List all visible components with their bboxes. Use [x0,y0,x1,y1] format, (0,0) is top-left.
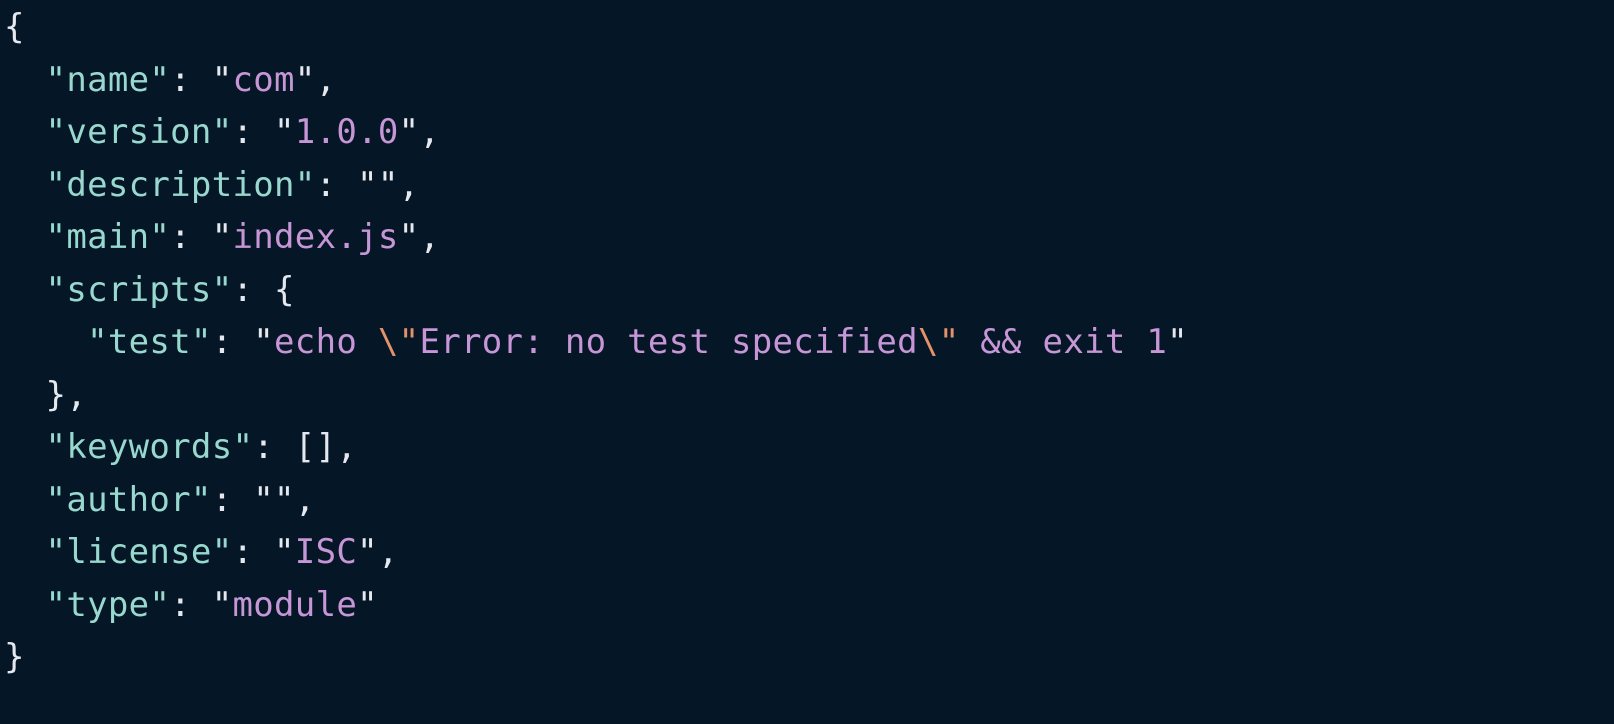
code-line: "version": "1.0.0", [4,106,1614,159]
json-string-value: echo [274,322,378,362]
json-string-value: Error: no test specified [419,322,918,362]
code-line: "scripts": { [4,264,1614,317]
json-key: "author" [45,479,212,520]
json-string-value: com [232,59,295,100]
json-key: "license" [45,532,233,572]
escape-sequence: \" [917,322,960,362]
json-key: "name" [45,59,171,100]
code-line: "name": "com", [4,54,1614,107]
code-punctuation: : { [232,269,295,310]
code-line: "author": "", [4,474,1614,527]
code-punctuation [4,217,46,257]
code-punctuation: ", [294,59,337,100]
code-punctuation: : "", [315,164,420,205]
code-line: "keywords": [], [4,421,1614,474]
code-punctuation: ", [398,217,441,257]
code-line: }, [4,369,1614,422]
code-punctuation [4,60,46,100]
code-punctuation [4,270,46,310]
code-punctuation: : " [170,584,233,625]
json-string-value: ISC [294,532,358,572]
code-line: "type": "module" [4,579,1614,632]
code-punctuation: { [4,7,25,47]
code-line: "license": "ISC", [4,526,1614,579]
code-line: { [4,1,1614,54]
json-key: "keywords" [45,427,254,467]
json-key: "scripts" [45,269,233,310]
code-punctuation [4,532,46,572]
json-key: "test" [87,322,212,362]
json-key: "version" [45,112,233,152]
json-key: "description" [45,164,316,205]
code-punctuation [4,165,46,205]
code-line: "description": "", [4,159,1614,212]
code-line: } [4,631,1614,684]
code-punctuation: : "", [211,479,316,520]
json-key: "type" [45,584,171,625]
code-punctuation: ", [357,532,399,572]
code-punctuation: : " [170,59,233,100]
code-line: "test": "echo \"Error: no test specified… [4,316,1614,369]
json-key: "main" [45,217,171,257]
code-editor[interactable]: { "name": "com", "version": "1.0.0", "de… [0,0,1614,724]
code-punctuation [4,427,46,467]
code-punctuation: " [1167,322,1188,362]
code-punctuation: }, [4,374,88,415]
code-punctuation [4,112,46,152]
code-punctuation: : [], [253,427,358,467]
code-punctuation: ", [398,112,441,152]
code-punctuation: : " [211,322,275,362]
json-string-value: index.js [232,217,399,257]
code-line: "main": "index.js", [4,211,1614,264]
code-punctuation: } [4,637,25,677]
code-punctuation: : " [232,112,295,152]
code-punctuation: : " [170,217,233,257]
code-punctuation [4,322,87,362]
json-string-value: 1.0.0 [294,112,399,152]
json-string-value: && exit 1 [959,322,1168,362]
code-punctuation [4,480,46,520]
code-punctuation: : " [232,532,295,572]
json-string-value: module [232,584,358,625]
code-punctuation [4,585,46,625]
code-block[interactable]: { "name": "com", "version": "1.0.0", "de… [4,0,1614,684]
escape-sequence: \" [377,322,420,362]
code-punctuation: " [357,584,378,625]
